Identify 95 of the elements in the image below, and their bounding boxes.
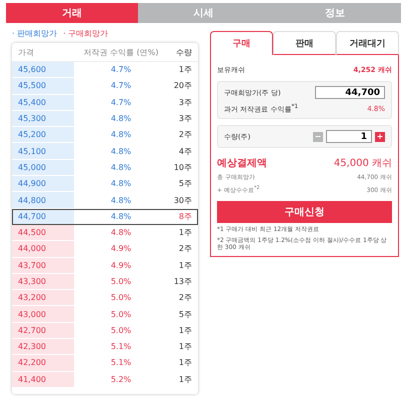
yield-cell-text: 4.8% <box>110 146 132 156</box>
order-row[interactable]: 42,700 5.0% 1주 <box>12 322 198 340</box>
price-cell: 44,700 <box>12 208 74 224</box>
price-cell: 42,700 <box>12 322 74 338</box>
order-row[interactable]: 44,500 4.8% 1주 <box>12 224 198 242</box>
price-cell: 44,800 <box>12 192 74 208</box>
column-header: 수량 <box>175 46 193 58</box>
yield-cell-text: 4.8% <box>110 179 132 188</box>
quantity-cell-text: 5주 <box>178 308 193 320</box>
column-header: 가격 <box>17 46 35 58</box>
yield-cell-text: 4.8% <box>110 228 132 238</box>
yield-cell-text: 4.7% <box>110 81 132 90</box>
yield-cell-text: 4.8% <box>110 196 132 205</box>
quantity-cell-text: 1주 <box>178 260 193 271</box>
quantity-cell-text: 1주 <box>178 374 193 385</box>
quantity-cell-text: 3주 <box>178 113 193 124</box>
order-row[interactable]: 45,500 4.7% 20주 <box>12 78 198 95</box>
quantity-cell-text: 1주 <box>178 324 193 336</box>
order-row[interactable]: 43,200 5.0% 2주 <box>12 290 198 306</box>
yield-cell-text: 4.8% <box>110 162 132 172</box>
total-value: 45,000 캐쉬 <box>334 157 392 170</box>
nav-tab[interactable]: 거래 <box>6 3 138 23</box>
order-row[interactable]: 42,300 5.1% 1주 <box>12 339 198 356</box>
order-tab[interactable]: 판매 <box>273 31 336 55</box>
price-cell: 41,400 <box>12 372 74 387</box>
order-row[interactable]: 44,700 4.8% 8주 <box>12 208 198 225</box>
quantity-cell-text: 5주 <box>178 178 193 190</box>
price-cell: 45,400 <box>12 94 74 110</box>
order-row[interactable]: 45,300 4.8% 3주 <box>12 110 198 128</box>
price-cell: 44,900 <box>12 176 74 192</box>
price-cell: 45,600 <box>12 62 74 78</box>
yield-cell-text: 4.8% <box>110 114 132 124</box>
price-cell: 45,200 <box>12 127 74 142</box>
yield-cell-text: 4.9% <box>110 244 132 254</box>
quantity-cell-text: 3주 <box>178 96 193 108</box>
quantity-input[interactable]: 1 <box>326 130 372 144</box>
quantity-cell-text: 2주 <box>178 243 193 254</box>
quantity-cell-text: 2주 <box>178 129 193 140</box>
price-input[interactable]: 44,700 <box>315 86 385 99</box>
price-cell: 43,300 <box>12 274 74 290</box>
yield-cell-text: 5.1% <box>110 358 132 368</box>
order-row[interactable]: 44,000 4.9% 2주 <box>12 241 198 258</box>
quantity-cell-text: 1주 <box>178 341 193 352</box>
order-row[interactable]: 45,000 4.8% 10주 <box>12 160 198 176</box>
order-row[interactable]: 44,900 4.8% 5주 <box>12 176 198 192</box>
price-cell: 44,500 <box>12 224 74 240</box>
quantity-cell-text: 8주 <box>178 210 193 222</box>
legend-label: · 구매희망가 <box>63 28 108 39</box>
price-cell: 43,200 <box>12 290 74 306</box>
order-tab[interactable]: 구매 <box>210 31 273 55</box>
quantity-cell-text: 1주 <box>178 227 193 238</box>
yield-cell-text: 4.7% <box>110 65 132 74</box>
quantity-cell-text: 1주 <box>178 357 193 368</box>
yield-cell-text: 5.0% <box>110 277 132 286</box>
order-row[interactable]: 45,400 4.7% 3주 <box>12 94 198 111</box>
column-header: 저작권 수익률 (연%) <box>82 46 160 58</box>
order-row[interactable]: 42,200 5.1% 1주 <box>12 355 198 372</box>
yield-cell-text: 4.8% <box>110 130 132 140</box>
yield-cell-text: 4.8% <box>110 212 132 221</box>
order-tab[interactable]: 거래대기 <box>336 31 399 55</box>
yield-cell-text: 5.1% <box>110 342 132 352</box>
price-cell: 45,300 <box>12 110 74 126</box>
yield-cell-text: 4.7% <box>110 98 132 107</box>
quantity-cell-text: 30주 <box>172 194 193 206</box>
order-row[interactable]: 43,000 5.0% 5주 <box>12 306 198 323</box>
quantity-cell-text: 4주 <box>178 146 193 157</box>
total-label: 예상결제액 <box>217 157 267 170</box>
quantity-cell-text: 2주 <box>178 292 193 304</box>
order-row[interactable]: 45,600 4.7% 1주 <box>12 62 198 78</box>
price-cell: 44,000 <box>12 241 74 257</box>
increment-button[interactable]: + <box>375 132 385 142</box>
price-cell: 42,200 <box>12 355 74 371</box>
price-cell: 45,500 <box>12 78 74 94</box>
order-row[interactable]: 44,800 4.8% 30주 <box>12 192 198 209</box>
yield-cell-text: 5.0% <box>110 293 132 302</box>
yield-cell-text: 5.0% <box>110 326 132 335</box>
yield-cell-text: 4.9% <box>110 260 132 270</box>
price-cell: 43,700 <box>12 258 74 273</box>
yield-cell-text: 5.0% <box>110 310 132 319</box>
quantity-cell-text: 10주 <box>172 162 193 173</box>
quantity-cell-text: 13주 <box>172 276 193 287</box>
quantity-cell-text: 20주 <box>172 80 193 92</box>
order-row[interactable]: 41,400 5.2% 1주 <box>12 372 198 388</box>
price-cell: 42,300 <box>12 339 74 354</box>
price-cell: 45,100 <box>12 143 74 159</box>
legend-label: · 판매희망가 <box>12 28 58 39</box>
price-cell: 43,000 <box>12 306 74 322</box>
order-row[interactable]: 43,700 4.9% 1주 <box>12 258 198 274</box>
purchase-button[interactable]: 구매신청 <box>217 201 392 224</box>
quantity-cell-text: 1주 <box>178 64 193 76</box>
order-row[interactable]: 45,200 4.8% 2주 <box>12 127 198 144</box>
price-cell: 45,000 <box>12 160 74 176</box>
yield-cell-text: 5.2% <box>110 374 132 384</box>
order-row[interactable]: 43,300 5.0% 13주 <box>12 274 198 290</box>
order-row[interactable]: 45,100 4.8% 4주 <box>12 143 198 160</box>
